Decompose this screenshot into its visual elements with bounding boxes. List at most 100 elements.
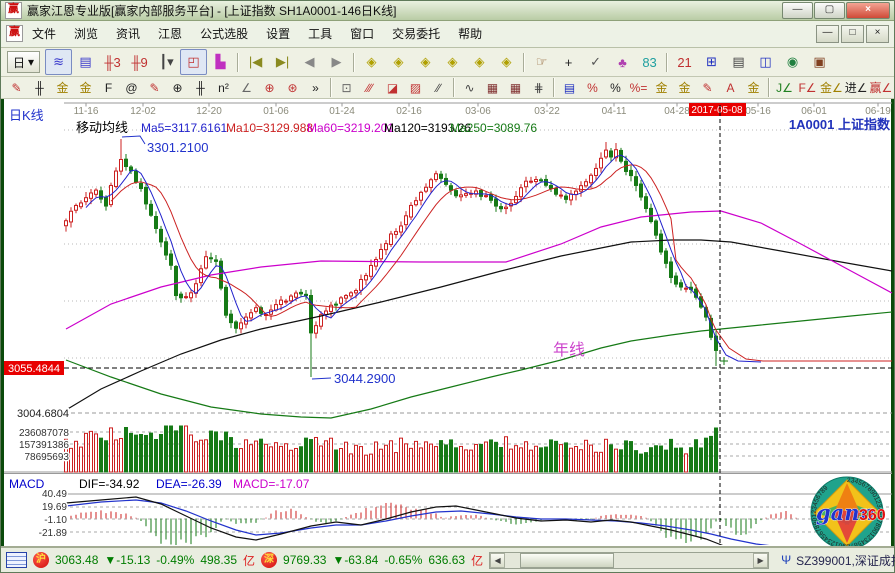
quote-list-icon[interactable]: ▤ (558, 77, 581, 98)
quote-table-icon[interactable] (6, 552, 27, 568)
draw-pencil-icon[interactable]: ✎ (5, 77, 28, 98)
minute3-chart-icon[interactable]: ╫3 (99, 49, 126, 75)
percent-slash-icon[interactable]: % (581, 77, 604, 98)
gold-line-icon[interactable]: 金 (673, 77, 696, 98)
stock-compare-icon[interactable]: 83 (636, 49, 663, 75)
gold-circle-icon[interactable]: 金 (650, 77, 673, 98)
last-bar-icon[interactable]: ▶| (269, 49, 296, 75)
angle-j-icon[interactable]: J∠ (773, 77, 796, 98)
zigzag-icon[interactable]: ∿ (458, 77, 481, 98)
gann-diamond-left-icon[interactable]: ◈ (385, 49, 412, 75)
hatch-lines-icon[interactable]: ⋕ (527, 77, 550, 98)
time-comb-icon[interactable]: ╫ (189, 77, 212, 98)
gold-underline-icon[interactable]: 金 (742, 77, 765, 98)
flag-pencil-icon[interactable]: ✎ (696, 77, 719, 98)
menu-item-0[interactable]: 文件 (23, 22, 65, 45)
mdi-close-button[interactable]: × (866, 25, 889, 43)
gann-diamond-v-icon[interactable]: ◈ (439, 49, 466, 75)
angle-f-icon[interactable]: F∠ (796, 77, 819, 98)
shenzhen-market-icon[interactable]: 深 (261, 552, 277, 568)
more-tools-chevron-icon[interactable]: » (304, 77, 327, 98)
kline-chart-icon[interactable]: ◰ (180, 49, 207, 75)
target-circle-icon[interactable]: ⊕ (258, 77, 281, 98)
angle-win-icon[interactable]: 赢∠ (869, 77, 894, 98)
close-button[interactable]: × (846, 2, 890, 19)
horizontal-scrollbar[interactable]: ◀ ▶ (489, 552, 769, 569)
pan-hand-icon[interactable]: ☞ (528, 49, 555, 75)
gold-comb-icon[interactable]: 金 (51, 77, 74, 98)
maximize-button[interactable]: ▢ (814, 2, 845, 19)
fan-rays-icon[interactable]: ∕∕∕ (358, 77, 381, 98)
magic-tool-icon[interactable]: ♣ (609, 49, 636, 75)
box-tool-icon[interactable]: ⊡ (335, 77, 358, 98)
prev-bar-icon[interactable]: ◀ (296, 49, 323, 75)
parallel-lines-icon[interactable]: ∕∕ (427, 77, 450, 98)
info-panel-icon[interactable]: ▤ (72, 49, 99, 75)
scroll-right-arrow[interactable]: ▶ (753, 553, 768, 568)
fibonacci-comb-icon[interactable]: F (97, 77, 120, 98)
kline-chart[interactable]: 11-1612-0212-2001-0601-2402-1603-0603-22… (4, 99, 893, 546)
volume-bar (500, 448, 503, 473)
x-tick-label: 12-02 (130, 106, 156, 117)
save-icon[interactable]: ◫ (752, 49, 779, 75)
cycle-circle-icon[interactable]: ⊕ (166, 77, 189, 98)
notes-icon[interactable]: ▤ (725, 49, 752, 75)
volume-bar (475, 445, 478, 473)
order-cart-icon[interactable]: ▣ (806, 49, 833, 75)
starburst-icon[interactable]: ⊛ (281, 77, 304, 98)
scrollbar-track[interactable] (505, 553, 753, 568)
mdi-restore-button[interactable]: □ (841, 25, 864, 43)
gann-diamond-right-icon[interactable]: ◈ (358, 49, 385, 75)
angle-jin-icon[interactable]: 进∠ (844, 77, 869, 98)
percent-levels-icon[interactable]: %= (627, 77, 650, 98)
angle-ruler-icon[interactable]: ∠ (235, 77, 258, 98)
gann-diamond-cross-icon[interactable]: ◈ (466, 49, 493, 75)
menu-item-2[interactable]: 资讯 (107, 22, 149, 45)
menu-item-7[interactable]: 窗口 (341, 22, 383, 45)
volume-bar (70, 449, 73, 473)
menu-item-1[interactable]: 浏览 (65, 22, 107, 45)
menu-item-9[interactable]: 帮助 (449, 22, 491, 45)
minute9-chart-icon[interactable]: ╫9 (126, 49, 153, 75)
spiral-icon[interactable]: @ (120, 77, 143, 98)
measure-pencil-icon[interactable]: ✎ (143, 77, 166, 98)
fan-box-icon[interactable]: ◪ (381, 77, 404, 98)
menu-item-8[interactable]: 交易委托 (383, 22, 449, 45)
calculator-icon[interactable]: ⊞ (698, 49, 725, 75)
export-globe-icon[interactable]: ◉ (779, 49, 806, 75)
pattern-match-icon[interactable]: ≋ (45, 49, 72, 75)
menu-item-6[interactable]: 工具 (299, 22, 341, 45)
menu-item-5[interactable]: 设置 (257, 22, 299, 45)
scrollbar-thumb[interactable] (520, 553, 614, 568)
menu-item-3[interactable]: 江恩 (149, 22, 191, 45)
crosshair-icon[interactable]: + (555, 49, 582, 75)
gold-grid-comb-icon[interactable]: 金 (74, 77, 97, 98)
menu-item-4[interactable]: 公式选股 (191, 22, 257, 45)
angle-four-icon[interactable]: 四∠ (893, 77, 894, 98)
angle-gold-icon[interactable]: 金∠ (819, 77, 844, 98)
mdi-minimize-button[interactable]: — (816, 25, 839, 43)
percent-icon[interactable]: % (604, 77, 627, 98)
volume-bar (100, 439, 103, 473)
calendar-icon[interactable]: 21 (671, 49, 698, 75)
candle-body (165, 242, 168, 255)
scroll-left-arrow[interactable]: ◀ (490, 553, 505, 568)
ticker-code-label[interactable]: SZ399001,深证成指 (796, 552, 895, 569)
period-selector-button[interactable]: 日 ▾ (7, 51, 40, 73)
candle-style-icon[interactable]: ┃▾ (153, 49, 180, 75)
first-bar-icon[interactable]: |◀ (242, 49, 269, 75)
grid-dark-icon[interactable]: ▦ (481, 77, 504, 98)
minimize-button[interactable]: — (782, 2, 813, 19)
colored-histogram-icon[interactable]: ▙ (207, 49, 234, 75)
gann-diamond-target-icon[interactable]: ◈ (493, 49, 520, 75)
ma5-line (86, 156, 761, 363)
polyline-tool-icon[interactable]: ✓ (582, 49, 609, 75)
shanghai-market-icon[interactable]: 沪 (33, 552, 49, 568)
wave-a-icon[interactable]: A (719, 77, 742, 98)
mesh-box-icon[interactable]: ▨ (404, 77, 427, 98)
grid-arrow-icon[interactable]: ▦ (504, 77, 527, 98)
gann-comb-icon[interactable]: ╫ (28, 77, 51, 98)
gann-diamond-h-icon[interactable]: ◈ (412, 49, 439, 75)
next-bar-icon[interactable]: ▶ (323, 49, 350, 75)
n-square-icon[interactable]: n² (212, 77, 235, 98)
